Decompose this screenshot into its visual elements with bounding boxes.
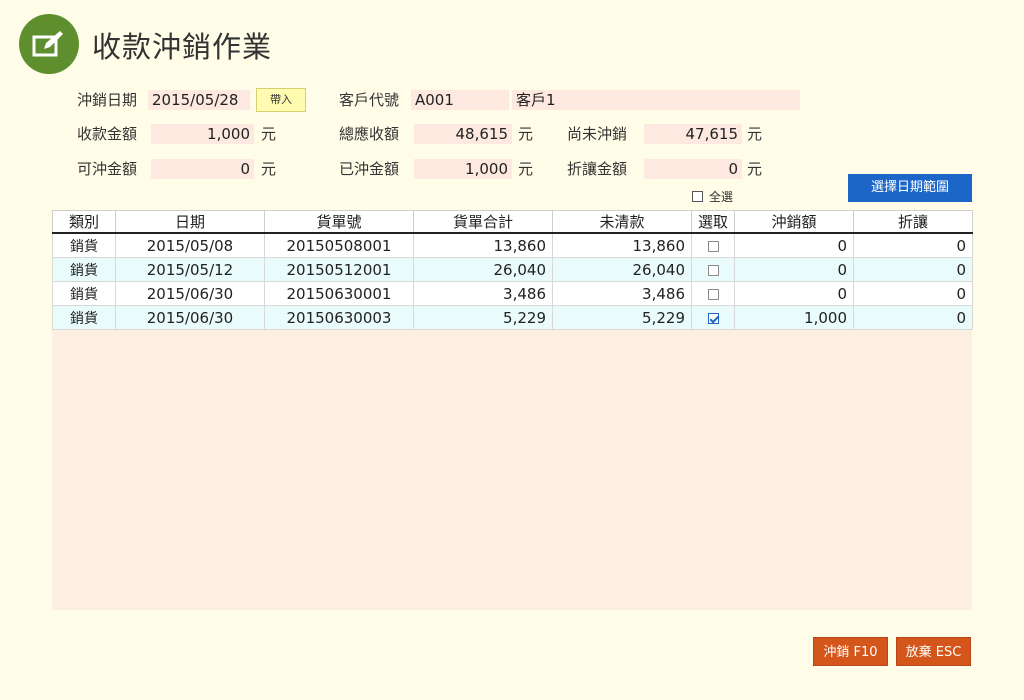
import-button[interactable]: 帶入: [256, 88, 306, 112]
unit-label: 元: [747, 160, 763, 178]
cell-order-no: 20150630003: [264, 305, 414, 330]
unit-label: 元: [747, 125, 763, 143]
cell-date: 2015/06/30: [115, 281, 265, 306]
table-row[interactable]: 銷貨 2015/06/30 20150630003 5,229 5,229 1,…: [52, 305, 973, 330]
cell-discount[interactable]: 0: [853, 257, 973, 282]
write-off-page: 收款沖銷作業 沖銷日期 2015/05/28 帶入 客戶代號 A001 客戶1 …: [0, 0, 1024, 700]
cell-outstanding: 13,860: [552, 232, 692, 258]
date-label: 沖銷日期: [77, 91, 138, 109]
edit-icon: [19, 14, 79, 74]
writeoff-button[interactable]: 沖銷 F10: [813, 637, 888, 666]
column-header-category[interactable]: 類別: [52, 210, 116, 234]
row-select-checkbox[interactable]: [707, 312, 719, 324]
select-all-label: 全選: [709, 190, 734, 204]
cell-date: 2015/05/08: [115, 232, 265, 258]
cell-discount[interactable]: 0: [853, 305, 973, 330]
available-amount-label: 可沖金額: [77, 160, 138, 178]
column-header-order-no[interactable]: 貨單號: [264, 210, 414, 234]
cancel-button[interactable]: 放棄 ESC: [896, 637, 971, 666]
column-header-outstanding[interactable]: 未清款: [552, 210, 692, 234]
cell-outstanding: 3,486: [552, 281, 692, 306]
row-select-checkbox[interactable]: [707, 288, 719, 300]
cell-total: 26,040: [413, 257, 553, 282]
invoice-grid: 類別 日期 貨單號 貨單合計 未清款 選取 沖銷額 折讓 銷貨 2015/05/…: [52, 210, 973, 610]
page-title: 收款沖銷作業: [92, 30, 273, 64]
table-header-row: 類別 日期 貨單號 貨單合計 未清款 選取 沖銷額 折讓: [52, 210, 973, 234]
unwritten-label: 尚未沖銷: [567, 125, 628, 143]
cell-date: 2015/06/30: [115, 305, 265, 330]
written-amount-label: 已沖金額: [339, 160, 400, 178]
cell-order-no: 20150630001: [264, 281, 414, 306]
customer-code-field[interactable]: A001: [411, 90, 509, 110]
invoice-table: 類別 日期 貨單號 貨單合計 未清款 選取 沖銷額 折讓 銷貨 2015/05/…: [52, 210, 973, 330]
cell-date: 2015/05/12: [115, 257, 265, 282]
select-all-toggle[interactable]: 全選: [692, 188, 733, 205]
cell-category: 銷貨: [52, 257, 116, 282]
table-row[interactable]: 銷貨 2015/06/30 20150630001 3,486 3,486 0 …: [52, 281, 973, 306]
column-header-select[interactable]: 選取: [691, 210, 735, 234]
unit-label: 元: [518, 160, 534, 178]
cell-total: 5,229: [413, 305, 553, 330]
cell-select: [691, 281, 735, 306]
discount-amount-label: 折讓金額: [567, 160, 628, 178]
cell-outstanding: 5,229: [552, 305, 692, 330]
customer-code-label: 客戶代號: [339, 91, 400, 109]
customer-name-field: 客戶1: [512, 90, 800, 110]
unwritten-field: 47,615: [644, 124, 742, 144]
received-amount-label: 收款金額: [77, 125, 138, 143]
cell-discount[interactable]: 0: [853, 232, 973, 258]
cell-select: [691, 232, 735, 258]
cell-total: 13,860: [413, 232, 553, 258]
column-header-date[interactable]: 日期: [115, 210, 265, 234]
cell-order-no: 20150508001: [264, 232, 414, 258]
column-header-writeoff[interactable]: 沖銷額: [734, 210, 854, 234]
cell-select: [691, 257, 735, 282]
received-amount-field[interactable]: 1,000: [151, 124, 254, 144]
row-select-checkbox[interactable]: [707, 240, 719, 252]
unit-label: 元: [261, 160, 277, 178]
cell-category: 銷貨: [52, 232, 116, 258]
cell-order-no: 20150512001: [264, 257, 414, 282]
receivable-field: 48,615: [414, 124, 512, 144]
cell-select: [691, 305, 735, 330]
unit-label: 元: [518, 125, 534, 143]
column-header-discount[interactable]: 折讓: [853, 210, 973, 234]
cell-writeoff[interactable]: 1,000: [734, 305, 854, 330]
select-date-range-button[interactable]: 選擇日期範圍: [848, 174, 972, 202]
table-row[interactable]: 銷貨 2015/05/12 20150512001 26,040 26,040 …: [52, 257, 973, 282]
cell-category: 銷貨: [52, 305, 116, 330]
written-amount-field: 1,000: [414, 159, 512, 179]
cell-writeoff[interactable]: 0: [734, 281, 854, 306]
receivable-label: 總應收額: [339, 125, 400, 143]
table-row[interactable]: 銷貨 2015/05/08 20150508001 13,860 13,860 …: [52, 232, 973, 258]
cell-outstanding: 26,040: [552, 257, 692, 282]
cell-writeoff[interactable]: 0: [734, 257, 854, 282]
writeoff-date-field[interactable]: 2015/05/28: [148, 90, 250, 110]
cell-total: 3,486: [413, 281, 553, 306]
discount-amount-field[interactable]: 0: [644, 159, 742, 179]
cell-writeoff[interactable]: 0: [734, 232, 854, 258]
cell-discount[interactable]: 0: [853, 281, 973, 306]
cell-category: 銷貨: [52, 281, 116, 306]
row-select-checkbox[interactable]: [707, 264, 719, 276]
select-all-checkbox[interactable]: [692, 191, 703, 202]
available-amount-field: 0: [151, 159, 254, 179]
unit-label: 元: [261, 125, 277, 143]
column-header-total[interactable]: 貨單合計: [413, 210, 553, 234]
